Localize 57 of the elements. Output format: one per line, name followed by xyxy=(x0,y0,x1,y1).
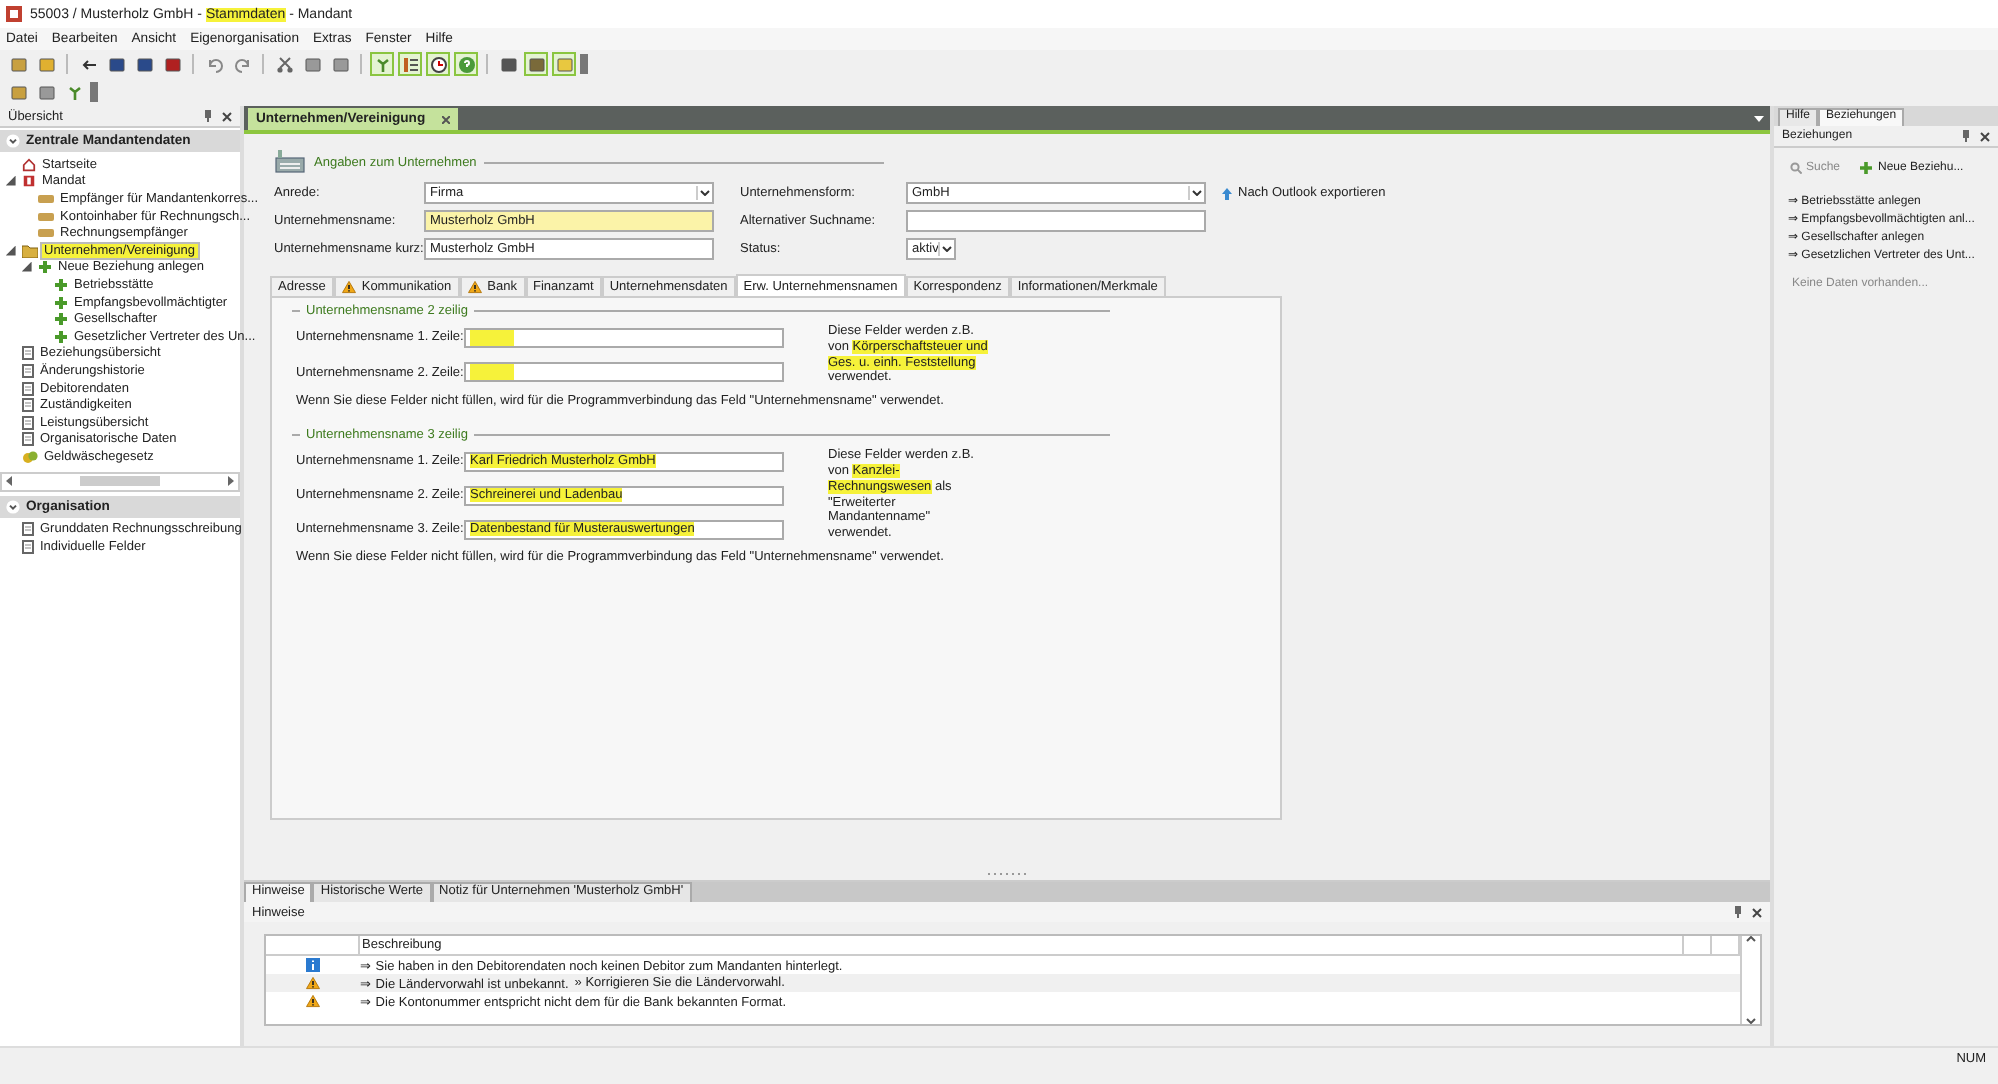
toolbar-button[interactable] xyxy=(398,52,422,76)
pin-icon[interactable] xyxy=(1962,130,1970,142)
toolbar-button[interactable] xyxy=(426,52,450,76)
chevron-icon xyxy=(6,499,20,514)
toolbar-button[interactable] xyxy=(272,52,296,76)
list-icon xyxy=(401,55,419,73)
expand-arrow-icon[interactable] xyxy=(6,245,16,256)
expand-arrow-icon[interactable] xyxy=(22,262,32,273)
info-icon xyxy=(306,958,320,972)
arrow-icon xyxy=(79,55,97,73)
clock-icon xyxy=(429,55,447,73)
chevron-down-icon xyxy=(1192,190,1202,196)
toolbar-button[interactable] xyxy=(160,52,184,76)
splitter-handle[interactable] xyxy=(987,872,1027,876)
close-icon[interactable] xyxy=(1980,131,1990,141)
up-arrow-icon xyxy=(1222,187,1232,199)
scroll-down-icon[interactable] xyxy=(1746,1018,1756,1024)
person-icon xyxy=(22,174,36,189)
toolbar-button[interactable] xyxy=(496,52,520,76)
coins-icon xyxy=(22,449,38,464)
horizontal-scrollbar[interactable] xyxy=(0,471,240,492)
text-field[interactable] xyxy=(464,327,784,348)
document-icon xyxy=(22,522,34,537)
pin-icon[interactable] xyxy=(204,110,212,122)
warning-icon xyxy=(341,280,356,294)
warning-icon xyxy=(306,994,320,1008)
help-icon xyxy=(457,55,475,73)
dropdown-arrow-icon[interactable] xyxy=(1754,115,1764,121)
scroll-right-icon[interactable] xyxy=(228,476,234,487)
undo-icon xyxy=(205,55,223,73)
vertical-scrollbar[interactable] xyxy=(1740,936,1760,1024)
warning-icon xyxy=(306,976,320,990)
house-icon xyxy=(22,157,36,172)
plus-icon xyxy=(1860,162,1873,174)
text-field[interactable] xyxy=(464,362,784,383)
chevron-down-icon xyxy=(700,190,710,196)
text-field[interactable] xyxy=(906,210,1206,232)
chevron-icon xyxy=(6,134,20,148)
redo-icon xyxy=(233,55,251,73)
toolbar-button[interactable] xyxy=(104,52,128,76)
cut-icon xyxy=(275,55,293,73)
scroll-up-icon[interactable] xyxy=(1746,936,1756,942)
warning-icon xyxy=(467,280,482,294)
close-icon[interactable] xyxy=(1752,907,1762,917)
scroll-left-icon[interactable] xyxy=(6,476,12,487)
chevron-down-icon xyxy=(942,246,953,252)
toolbar-button[interactable] xyxy=(524,52,548,76)
document-icon xyxy=(22,540,34,555)
close-icon[interactable] xyxy=(222,111,232,121)
factory-icon xyxy=(274,150,306,174)
close-icon[interactable] xyxy=(441,115,450,123)
app-icon xyxy=(6,6,22,22)
sticky-note-icon xyxy=(555,55,573,73)
pin-icon[interactable] xyxy=(1734,906,1742,918)
toolbar-button[interactable] xyxy=(132,52,156,76)
expand-arrow-icon[interactable] xyxy=(6,176,16,187)
search-icon xyxy=(1790,162,1802,174)
